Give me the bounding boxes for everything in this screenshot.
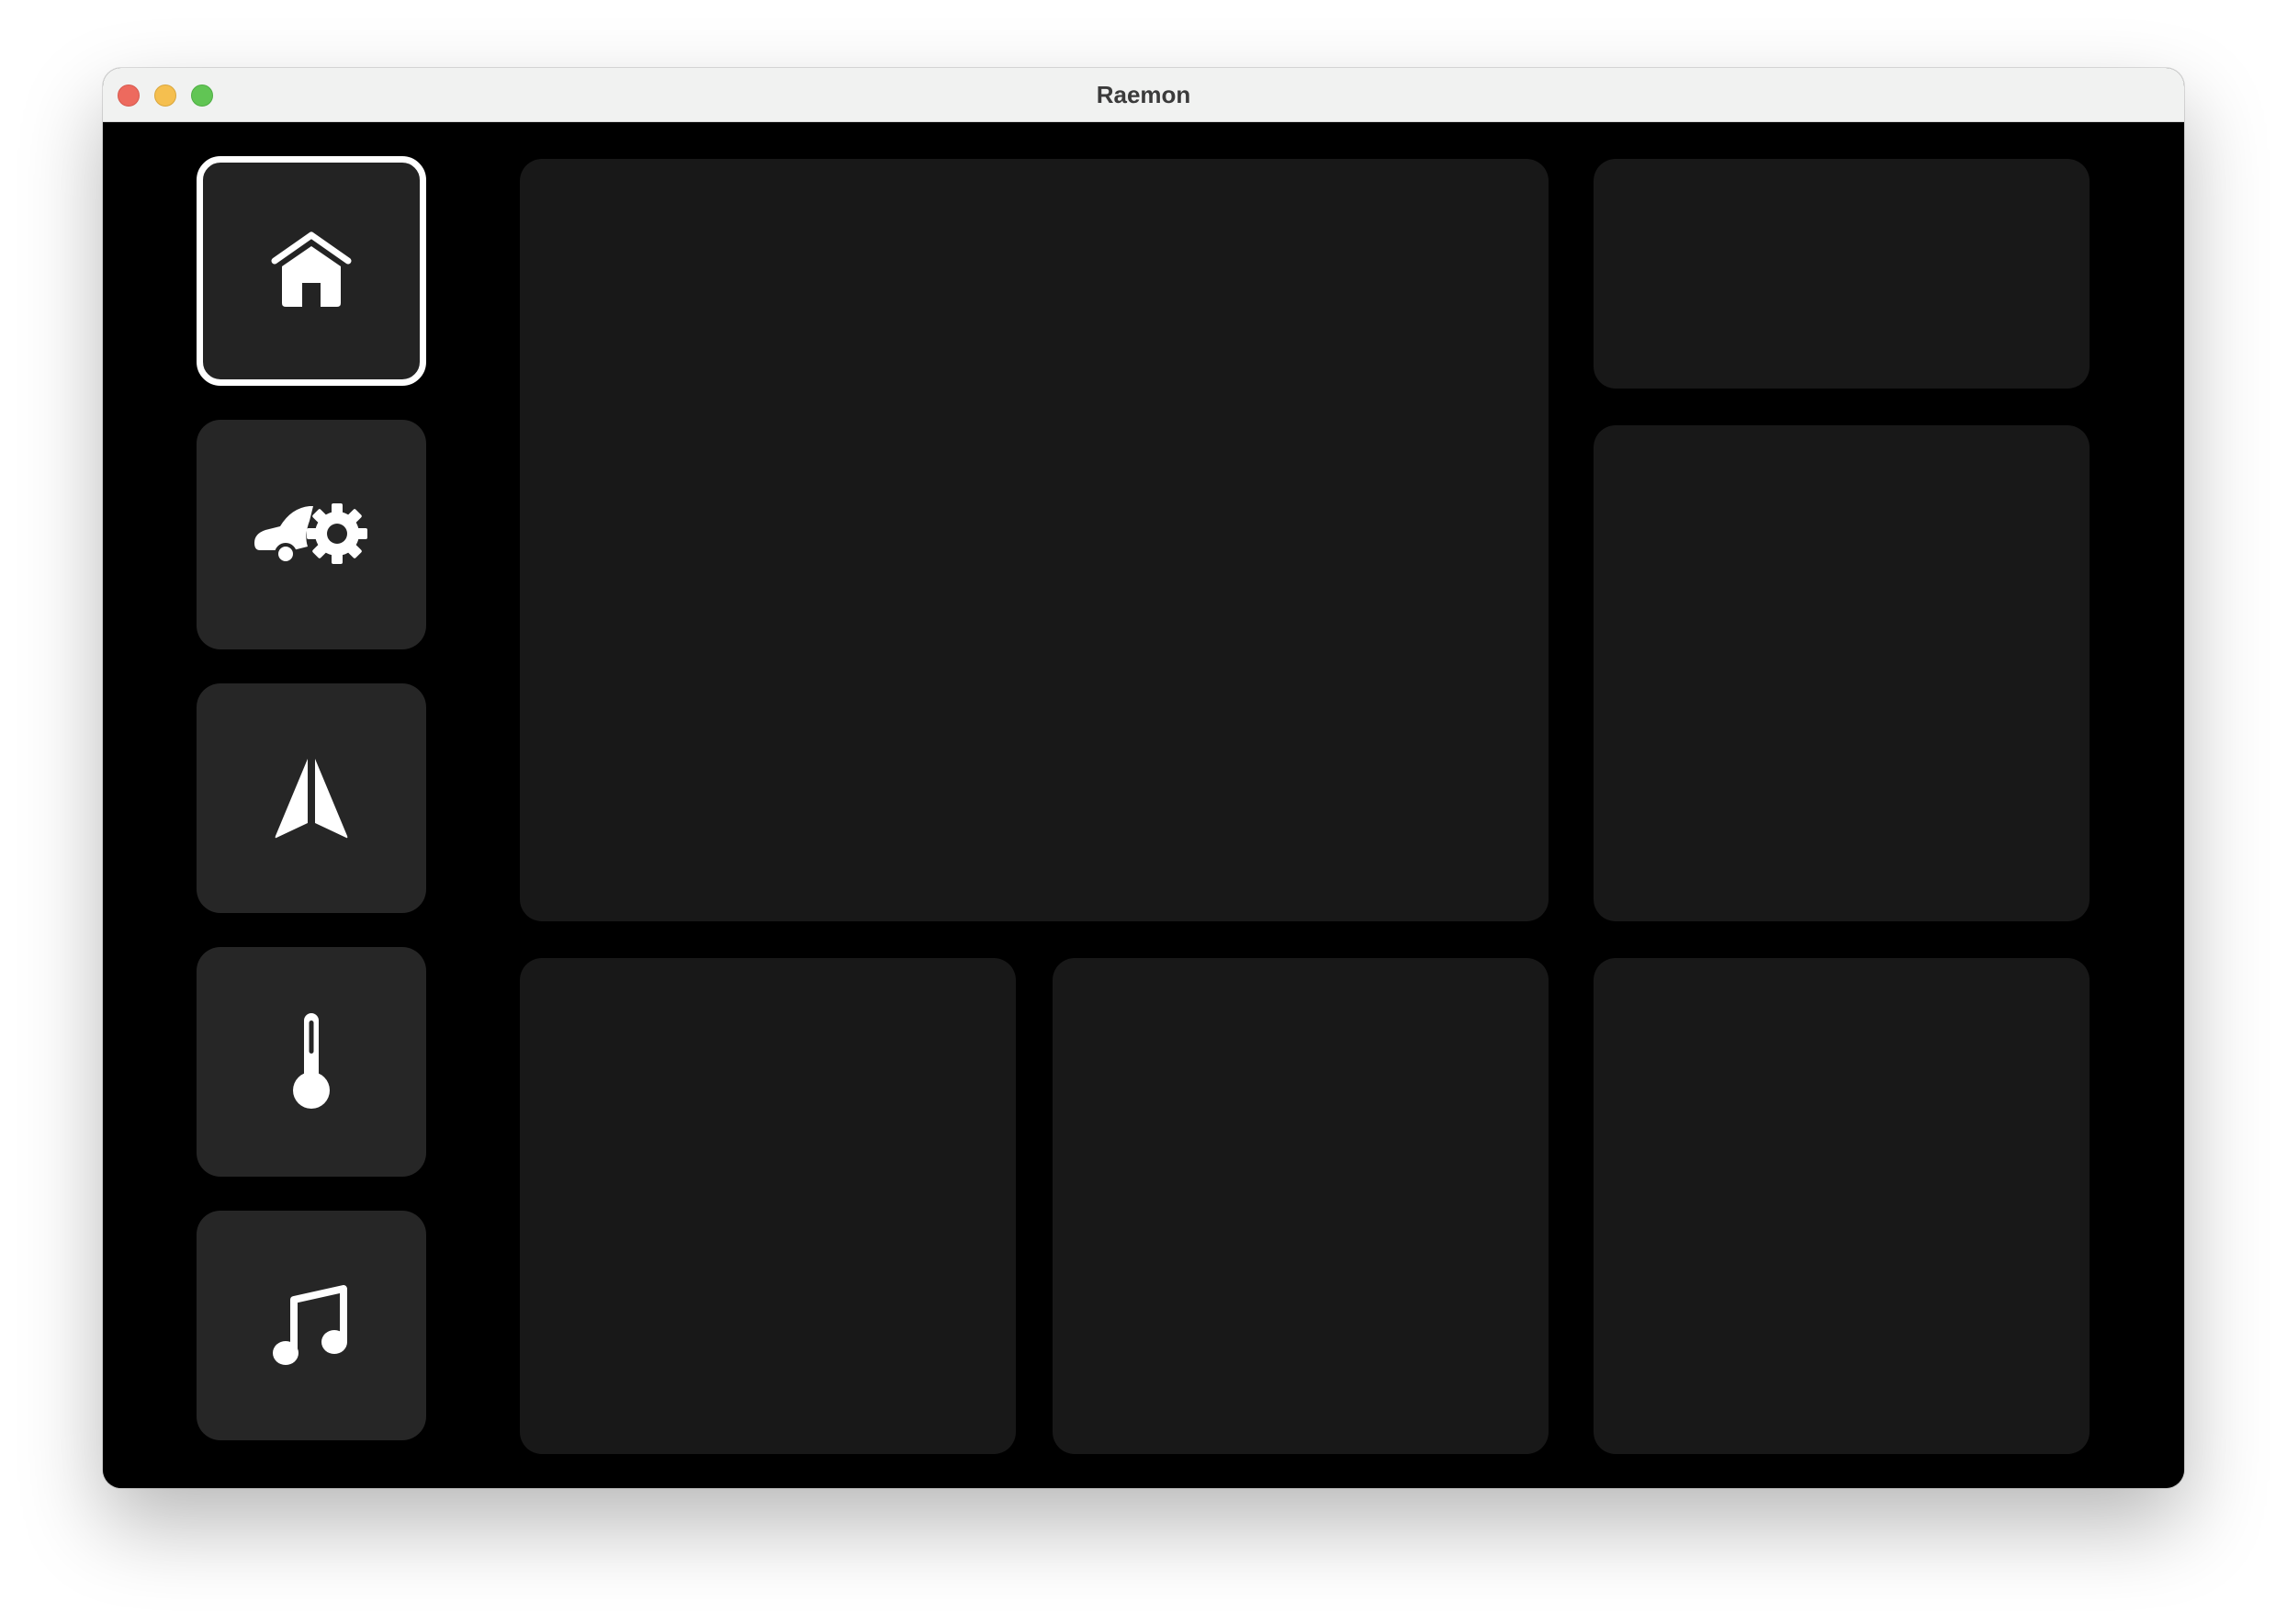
window-title: Raemon [1096,81,1191,108]
main-content [103,122,2184,1488]
sidebar-item-navigation[interactable] [197,683,426,913]
home-icon [267,231,355,310]
bottom-center-panel [1053,958,1549,1454]
sidebar-item-home[interactable] [197,156,426,386]
top-right-panel [1594,159,2090,389]
sidebar-item-climate[interactable] [197,947,426,1177]
thermometer-icon [288,1011,334,1112]
middle-right-panel [1594,425,2090,921]
sidebar-item-music[interactable] [197,1211,426,1440]
sidebar-item-vehicle-settings[interactable] [197,420,426,649]
bottom-right-panel [1594,958,2090,1454]
navigation-arrow-icon [273,755,350,841]
car-gear-icon [253,502,370,567]
music-note-icon [272,1285,351,1366]
bottom-left-panel [520,958,1016,1454]
main-dashboard-panel [520,159,1549,921]
title-bar[interactable]: Raemon [103,68,2184,122]
app-window: Raemon [103,68,2184,1488]
